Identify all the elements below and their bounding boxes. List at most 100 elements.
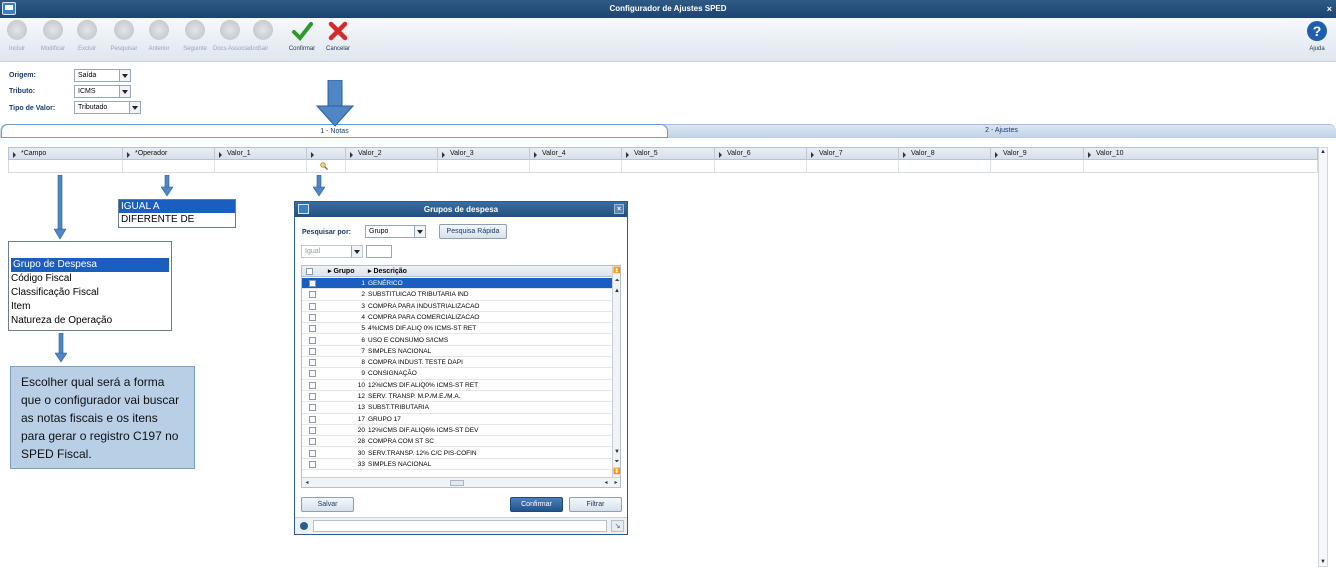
col-valor-10[interactable]: Valor_10: [1084, 148, 1318, 160]
table-row[interactable]: 13 SUBST.TRIBUTARIA: [302, 402, 612, 414]
table-row[interactable]: 2 SUBSTITUICAO TRIBUTARIA IND: [302, 289, 612, 301]
scroll-left-icon[interactable]: ◂: [303, 479, 311, 487]
cell-valor-2[interactable]: [346, 160, 438, 172]
row-checkbox[interactable]: [309, 381, 316, 389]
scroll-thumb[interactable]: [450, 480, 464, 486]
table-row[interactable]: 5 4%ICMS DIF.ALIQ 0% ICMS-ST RET: [302, 323, 612, 335]
confirmar-dialog-button[interactable]: Confirmar: [510, 497, 563, 512]
salvar-button[interactable]: Salvar: [301, 497, 354, 512]
tipo-valor-select[interactable]: Tributado: [74, 101, 141, 114]
table-row[interactable]: 33 SIMPLES NACIONAL: [302, 459, 612, 471]
list-item[interactable]: Item: [9, 300, 171, 314]
list-item[interactable]: Grupo de Despesa: [11, 258, 169, 272]
scroll-bottom-icon[interactable]: ⏬: [613, 468, 620, 476]
cell-lookup[interactable]: [307, 160, 346, 172]
pesquisar-button[interactable]: Pesquisar: [107, 20, 141, 60]
cell-valor-4[interactable]: [530, 160, 622, 172]
scroll-up-icon[interactable]: ▲: [613, 287, 620, 295]
table-vscroll[interactable]: ⏫ ⏶ ▲ ▼ ⏷ ⏬: [612, 266, 620, 477]
col-valor-8[interactable]: Valor_8: [899, 148, 991, 160]
row-checkbox[interactable]: [309, 415, 316, 423]
scroll-left-icon[interactable]: ◂: [602, 479, 610, 487]
cell-campo[interactable]: [9, 160, 123, 172]
table-row[interactable]: 8 COMPRA INDUST. TESTE DAPI: [302, 357, 612, 369]
seguinte-button[interactable]: Seguinte: [178, 20, 212, 60]
resize-icon[interactable]: ↘: [611, 520, 624, 532]
scroll-page-up-icon[interactable]: ⏶: [613, 277, 620, 285]
cell-valor-7[interactable]: [807, 160, 899, 172]
col-operador[interactable]: *Operador: [123, 148, 215, 160]
row-checkbox[interactable]: [309, 393, 316, 400]
cell-valor-8[interactable]: [899, 160, 991, 172]
ajuda-button[interactable]: ? Ajuda: [1300, 20, 1334, 60]
close-icon[interactable]: ×: [1327, 0, 1332, 18]
tributo-select[interactable]: ICMS: [74, 85, 131, 98]
row-checkbox[interactable]: [309, 449, 316, 457]
table-row[interactable]: 1 GENÉRICO: [302, 278, 612, 290]
table-hscroll[interactable]: ◂ ◂ ▸: [302, 477, 620, 487]
list-item[interactable]: [9, 244, 171, 258]
scroll-down-icon[interactable]: ▼: [613, 448, 620, 456]
row-checkbox[interactable]: [309, 404, 316, 412]
operator-select[interactable]: Igual: [301, 245, 363, 258]
cell-valor-5[interactable]: [622, 160, 715, 172]
table-row[interactable]: 3 COMPRA PARA INDUSTRIALIZACAO: [302, 301, 612, 312]
excluir-button[interactable]: Excluir: [70, 20, 104, 60]
row-checkbox[interactable]: [309, 370, 316, 378]
cell-operador[interactable]: [123, 160, 215, 172]
col-grupo[interactable]: ▸ Grupo: [328, 267, 354, 275]
list-item[interactable]: IGUAL A: [119, 200, 235, 213]
search-value-input[interactable]: [366, 245, 392, 258]
search-field-select[interactable]: Grupo: [365, 225, 426, 238]
list-item[interactable]: Classificação Fiscal: [9, 286, 171, 300]
grid-row[interactable]: [8, 160, 1318, 173]
col-descricao[interactable]: ▸ Descrição: [368, 267, 407, 275]
quick-search-button[interactable]: Pesquisa Rápida: [439, 224, 507, 239]
sair-button[interactable]: Sair: [246, 20, 280, 60]
table-row[interactable]: 7 SIMPLES NACIONAL: [302, 346, 612, 358]
modificar-button[interactable]: Modificar: [36, 20, 70, 60]
scroll-page-down-icon[interactable]: ⏷: [613, 458, 620, 466]
col-campo[interactable]: *Campo: [9, 148, 123, 160]
col-valor-2[interactable]: Valor_2: [346, 148, 438, 160]
list-item[interactable]: Código Fiscal: [9, 272, 171, 286]
docs-associados-button[interactable]: Docs Associados: [213, 20, 259, 60]
cancelar-button[interactable]: Cancelar: [321, 20, 355, 60]
cell-valor-1[interactable]: [215, 160, 307, 172]
row-checkbox[interactable]: [309, 291, 316, 299]
row-checkbox[interactable]: [309, 280, 316, 287]
col-valor-6[interactable]: Valor_6: [715, 148, 807, 160]
col-valor-1[interactable]: Valor_1: [215, 148, 307, 160]
col-valor-7[interactable]: Valor_7: [807, 148, 899, 160]
table-row[interactable]: 6 USO E CONSUMO S/ICMS: [302, 335, 612, 346]
col-valor-4[interactable]: Valor_4: [530, 148, 622, 160]
scroll-up-icon[interactable]: ▲: [1319, 148, 1327, 156]
row-checkbox[interactable]: [309, 313, 316, 321]
row-checkbox[interactable]: [309, 302, 316, 310]
col-valor-9[interactable]: Valor_9: [991, 148, 1084, 160]
main-scrollbar[interactable]: ▲ ▼: [1318, 147, 1328, 567]
list-item[interactable]: Natureza de Operação: [9, 314, 171, 328]
cell-valor-3[interactable]: [438, 160, 530, 172]
table-row[interactable]: 10 12%ICMS DIF.ALIQ0% ICMS-ST RET: [302, 380, 612, 391]
table-row[interactable]: 20 12%ICMS DIF.ALIQ6% ICMS-ST DEV: [302, 425, 612, 437]
filtrar-button[interactable]: Filtrar: [569, 497, 622, 512]
incluir-button[interactable]: Incluir: [0, 20, 34, 60]
scroll-right-icon[interactable]: ▸: [612, 479, 620, 487]
row-checkbox[interactable]: [309, 325, 316, 333]
cell-valor-6[interactable]: [715, 160, 807, 172]
row-checkbox[interactable]: [309, 347, 316, 355]
cell-valor-9[interactable]: [991, 160, 1084, 172]
row-checkbox[interactable]: [309, 426, 316, 434]
table-row[interactable]: 9 CONSIGNAÇÃO: [302, 368, 612, 380]
table-row[interactable]: 4 COMPRA PARA COMERCIALIZACAO: [302, 312, 612, 324]
table-row[interactable]: 28 COMPRA COM ST SC: [302, 436, 612, 448]
table-row[interactable]: 30 SERV.TRANSP. 12% C/C PIS-COFIN: [302, 448, 612, 459]
scroll-top-icon[interactable]: ⏫: [613, 267, 620, 275]
table-row[interactable]: 17 GRUPO 17: [302, 414, 612, 425]
select-all-checkbox[interactable]: [306, 268, 313, 275]
row-checkbox[interactable]: [309, 336, 316, 344]
lookup-search-icon[interactable]: [320, 162, 328, 170]
scroll-down-icon[interactable]: ▼: [1319, 558, 1327, 566]
confirmar-button[interactable]: Confirmar: [285, 20, 319, 60]
